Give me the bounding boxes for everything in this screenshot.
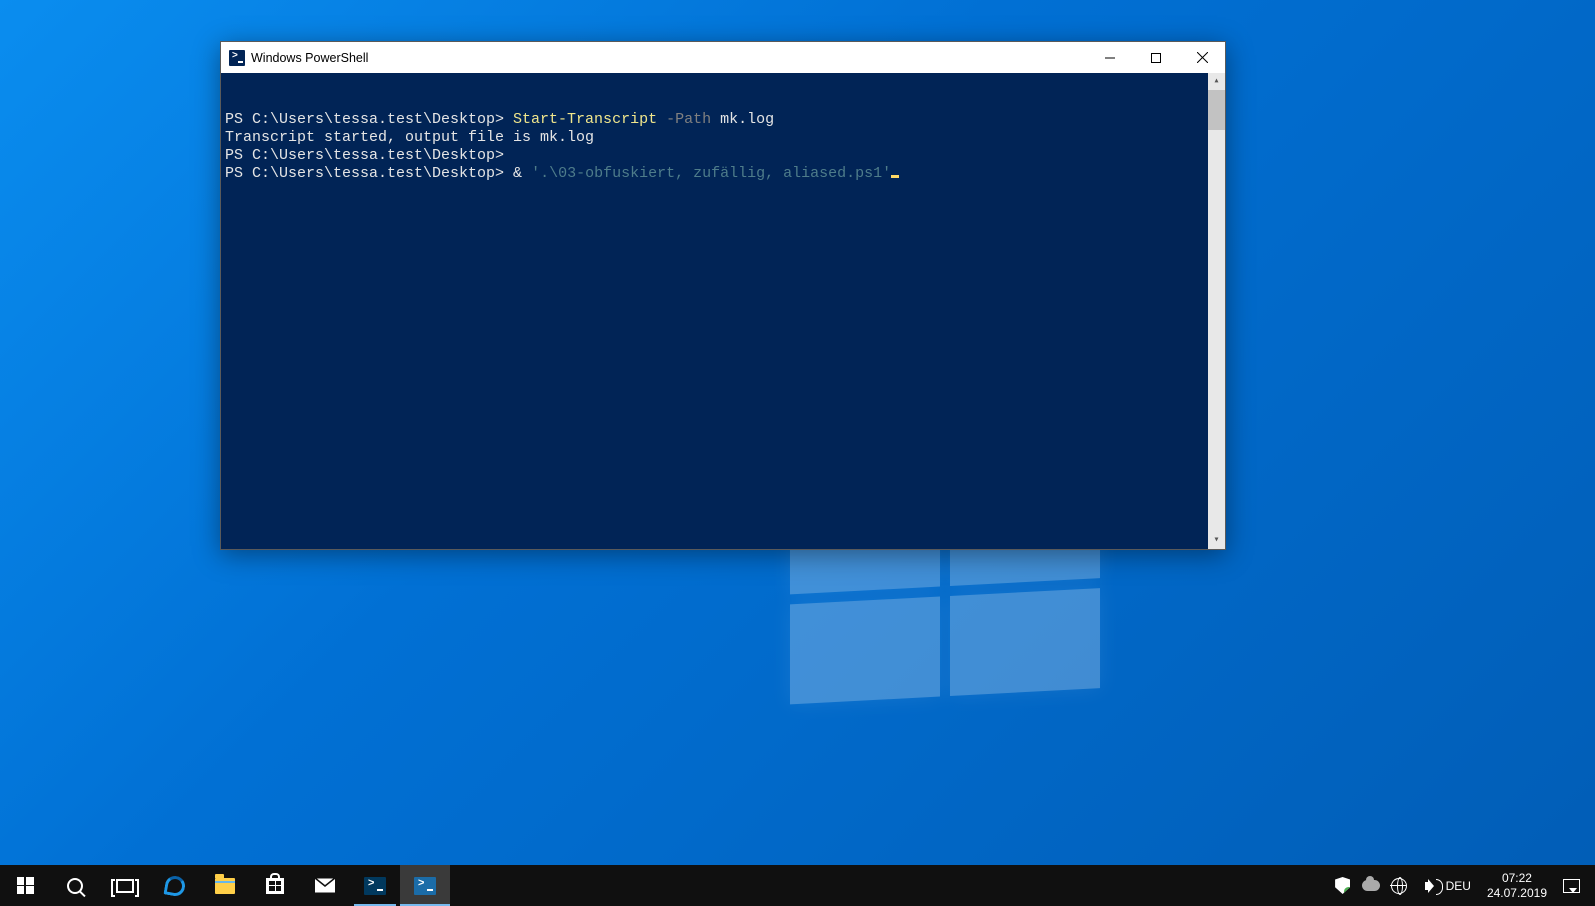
close-button[interactable] <box>1179 42 1225 73</box>
tray-volume-icon[interactable] <box>1418 882 1436 890</box>
terminal-output[interactable]: PS C:\Users\tessa.test\Desktop> Start-Tr… <box>221 73 1225 549</box>
powershell-icon <box>229 50 245 66</box>
tray-notifications-icon[interactable] <box>1563 879 1587 893</box>
windows-logo-icon <box>17 877 34 894</box>
search-button[interactable] <box>50 865 100 906</box>
task-view-button[interactable] <box>100 865 150 906</box>
terminal-line: PS C:\Users\tessa.test\Desktop> <box>225 147 1221 165</box>
taskbar-powershell-pinned[interactable] <box>350 865 400 906</box>
powershell-window: Windows PowerShell PS C:\Users\tessa.tes… <box>220 41 1226 550</box>
start-button[interactable] <box>0 865 50 906</box>
file-explorer-icon <box>215 878 235 894</box>
scrollbar[interactable]: ▴ ▾ <box>1208 73 1225 549</box>
terminal-line: PS C:\Users\tessa.test\Desktop> Start-Tr… <box>225 111 1221 129</box>
taskbar-store[interactable] <box>250 865 300 906</box>
tray-date: 24.07.2019 <box>1487 886 1547 901</box>
taskbar-edge[interactable] <box>150 865 200 906</box>
task-view-icon <box>116 879 134 893</box>
cursor <box>891 175 899 178</box>
tray-time: 07:22 <box>1487 871 1547 886</box>
mail-icon <box>315 879 335 893</box>
window-title: Windows PowerShell <box>251 51 368 65</box>
terminal-line: PS C:\Users\tessa.test\Desktop> & '.\03-… <box>225 165 1221 183</box>
edge-icon <box>163 874 186 897</box>
tray-security-icon[interactable] <box>1334 877 1352 894</box>
maximize-button[interactable] <box>1133 42 1179 73</box>
search-icon <box>67 878 83 894</box>
tray-network-icon[interactable] <box>1390 878 1408 894</box>
tray-language[interactable]: DEU <box>1446 879 1471 893</box>
store-icon <box>266 878 284 894</box>
taskbar-mail[interactable] <box>300 865 350 906</box>
scroll-down-icon[interactable]: ▾ <box>1213 532 1219 549</box>
tray-clock[interactable]: 07:22 24.07.2019 <box>1481 871 1553 901</box>
powershell-icon <box>414 877 436 895</box>
minimize-button[interactable] <box>1087 42 1133 73</box>
scroll-up-icon[interactable]: ▴ <box>1213 73 1219 90</box>
scroll-thumb[interactable] <box>1208 90 1225 130</box>
titlebar[interactable]: Windows PowerShell <box>221 42 1225 73</box>
terminal-line: Transcript started, output file is mk.lo… <box>225 129 1221 147</box>
taskbar-powershell-active[interactable] <box>400 865 450 906</box>
taskbar-explorer[interactable] <box>200 865 250 906</box>
powershell-icon <box>364 877 386 895</box>
tray-onedrive-icon[interactable] <box>1362 880 1380 891</box>
taskbar: DEU 07:22 24.07.2019 <box>0 865 1595 906</box>
